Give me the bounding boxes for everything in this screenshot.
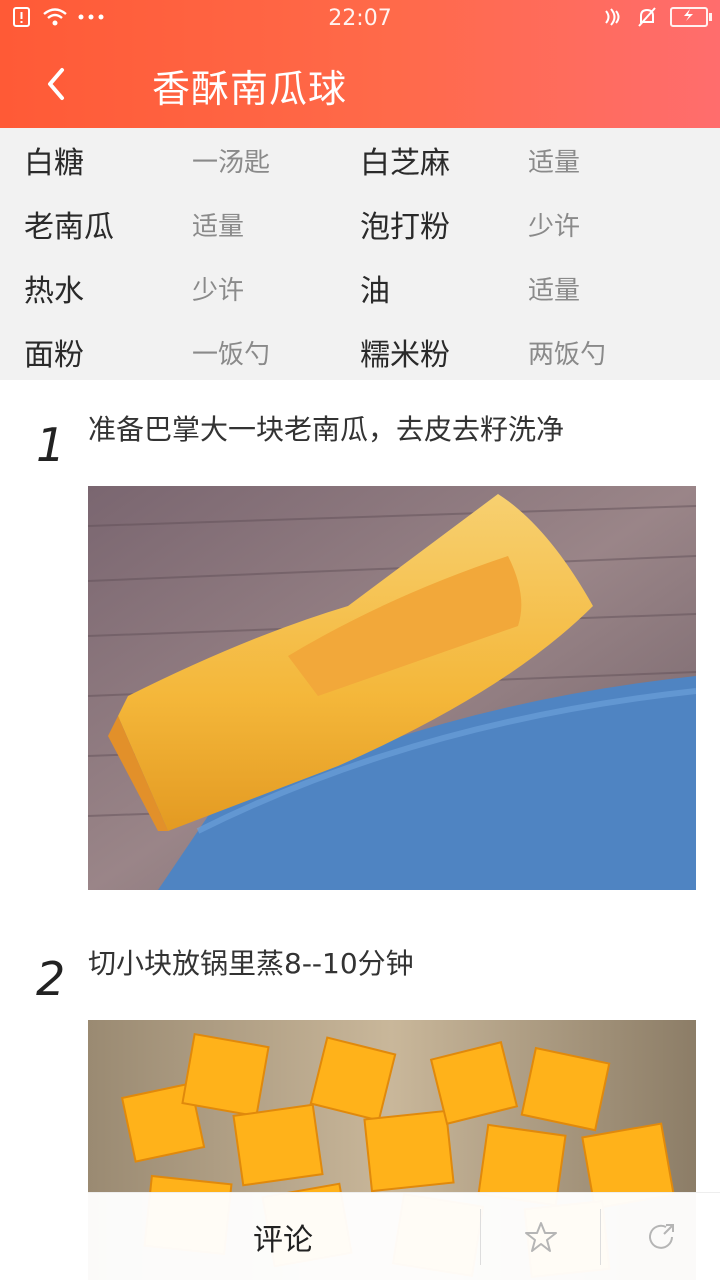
- ingredient-name: 油: [360, 274, 390, 309]
- ingredient-amount: 适量: [528, 276, 581, 306]
- step-number: 2: [36, 952, 66, 1006]
- ingredient-amount: 适量: [528, 148, 581, 178]
- pumpkin-slice-photo[interactable]: [88, 486, 696, 890]
- ingredient-name: 老南瓜: [24, 210, 114, 245]
- ingredient-row: 面粉 一饭勺 糯米粉 两饭勺: [0, 320, 720, 384]
- ingredient-list: 白糖 一汤匙 白芝麻 适量 老南瓜 适量 泡打粉 少许 热水 少许 油 适量 面…: [0, 128, 720, 380]
- ingredient-name: 糯米粉: [360, 338, 450, 373]
- mute-bell-icon: [638, 7, 656, 27]
- ingredient-amount: 少许: [528, 212, 581, 242]
- share-button[interactable]: [601, 1193, 720, 1281]
- comment-button[interactable]: 评论: [88, 1193, 478, 1281]
- ingredient-name: 热水: [24, 274, 84, 309]
- share-icon: [649, 1224, 674, 1249]
- star-outline-icon: [525, 1222, 557, 1252]
- favorite-button[interactable]: [481, 1193, 601, 1281]
- ingredient-amount: 两饭勺: [528, 340, 607, 370]
- ingredient-name: 白糖: [24, 146, 84, 181]
- ingredient-name: 面粉: [24, 338, 84, 373]
- step-number: 1: [36, 418, 66, 472]
- step-text: 切小块放锅里蒸8--10分钟: [88, 947, 414, 980]
- ingredient-row: 热水 少许 油 适量: [0, 256, 720, 320]
- battery-icon: [670, 7, 712, 27]
- back-button[interactable]: [30, 56, 82, 112]
- ingredient-name: 白芝麻: [360, 146, 450, 181]
- ingredient-amount: 少许: [192, 276, 245, 306]
- nfc-icon: [605, 8, 620, 26]
- bottom-action-bar: 评论: [88, 1192, 720, 1281]
- chevron-left-icon: [48, 68, 64, 100]
- step-list: 1 准备巴掌大一块老南瓜，去皮去籽洗净 2 切小块放锅里蒸8--10分钟: [0, 380, 720, 1280]
- ingredient-amount: 适量: [192, 212, 245, 242]
- ingredient-row: 老南瓜 适量 泡打粉 少许: [0, 192, 720, 256]
- ingredient-amount: 一饭勺: [192, 340, 271, 370]
- ingredient-row: 白糖 一汤匙 白芝麻 适量: [0, 128, 720, 192]
- ingredient-amount: 一汤匙: [192, 148, 271, 178]
- status-right-icons: [602, 6, 712, 28]
- page-title: 香酥南瓜球: [152, 67, 348, 111]
- ingredient-name: 泡打粉: [360, 210, 450, 245]
- status-bar: 22:07: [0, 0, 720, 40]
- step-text: 准备巴掌大一块老南瓜，去皮去籽洗净: [88, 413, 565, 446]
- app-header: 22:07 香酥南瓜球: [0, 0, 720, 128]
